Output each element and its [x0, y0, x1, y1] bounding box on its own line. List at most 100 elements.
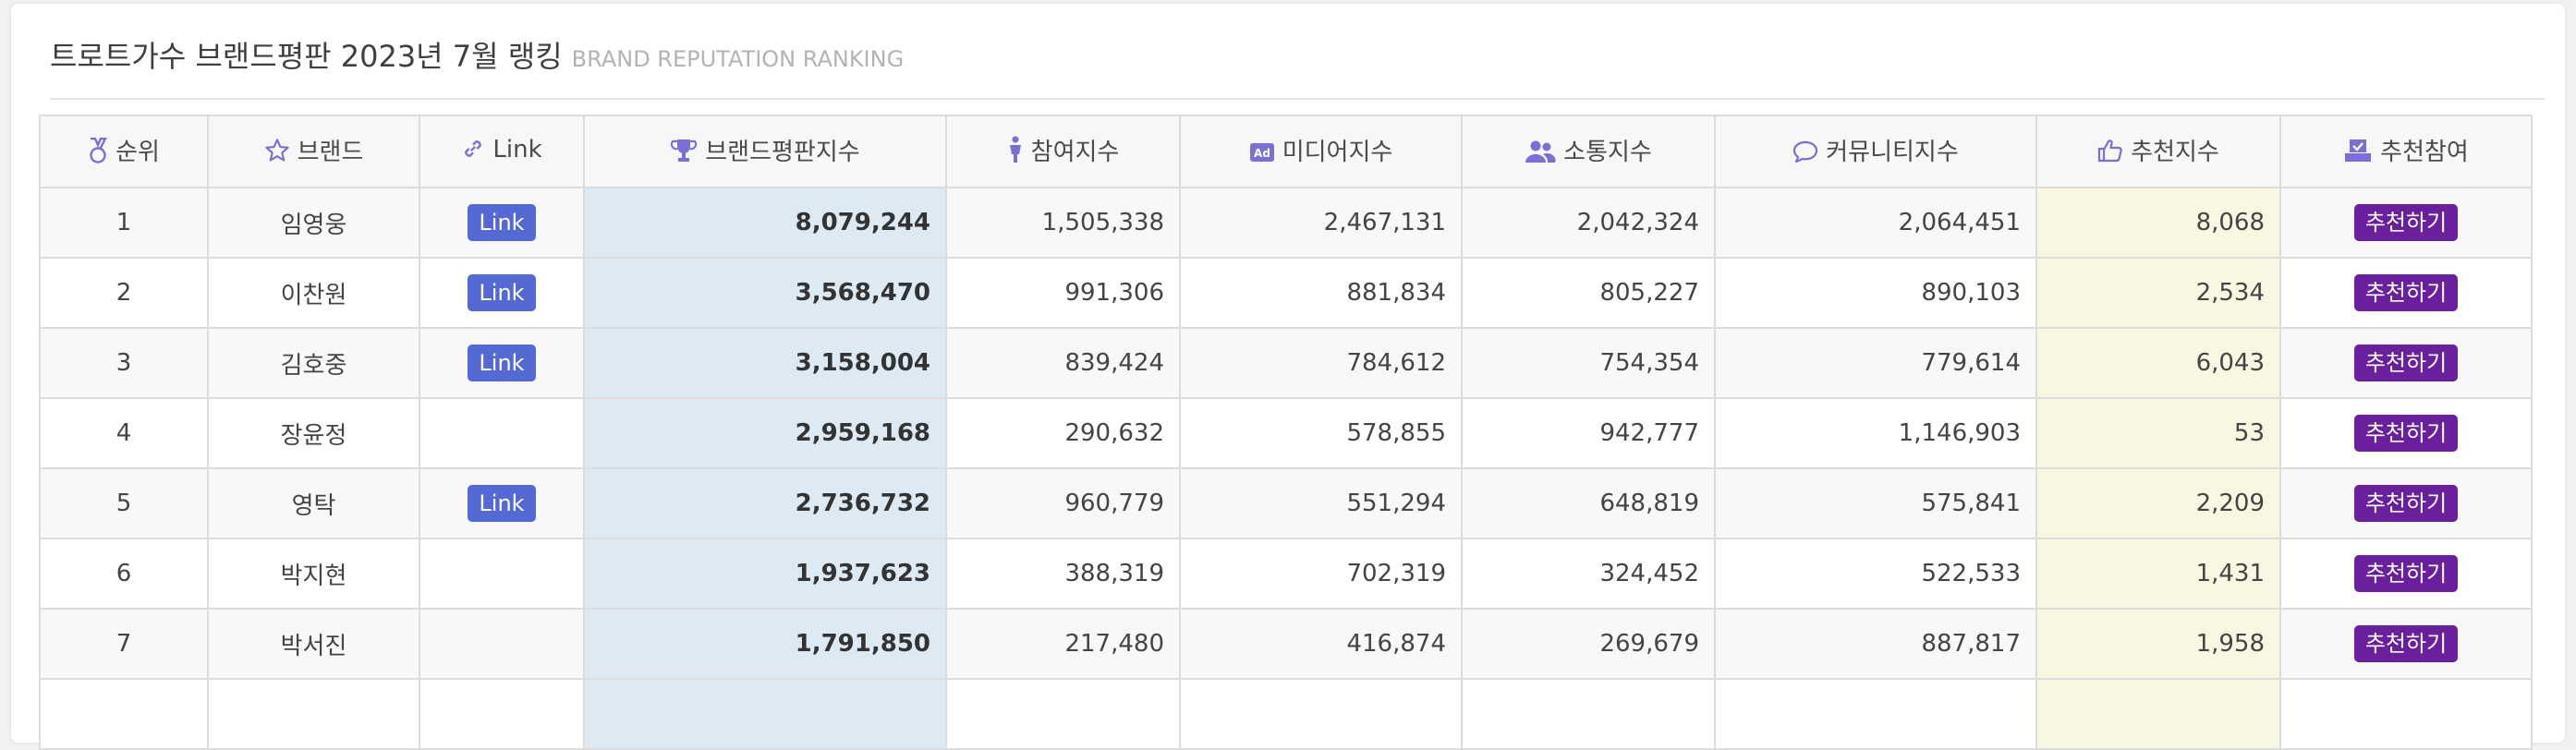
- media-score: 881,834: [1179, 257, 1463, 329]
- recommend-score: 1,431: [2035, 538, 2281, 610]
- empty-cell: [945, 678, 1181, 750]
- recommend-score: 53: [2035, 397, 2281, 469]
- empty-cell: [419, 678, 585, 750]
- table-row: 5 영탁 Link 2,736,732 960,779 551,294 648,…: [39, 467, 2533, 539]
- users-icon: [1525, 139, 1556, 170]
- participation-score: 217,480: [945, 608, 1181, 680]
- recommend-cell: 추천하기: [2279, 538, 2533, 610]
- header-rank[interactable]: 순위: [39, 115, 209, 188]
- brand-name: 박서진: [207, 608, 420, 680]
- rank-value: 3: [39, 327, 209, 399]
- participation-score: 1,505,338: [945, 187, 1181, 259]
- recommend-button[interactable]: 추천하기: [2353, 274, 2459, 311]
- recommend-score: 1,958: [2035, 608, 2281, 680]
- communication-score: 942,777: [1461, 397, 1716, 469]
- table-row: 7 박서진 1,791,850 217,480 416,874 269,679 …: [39, 608, 2533, 680]
- header-label: 추천참여: [2380, 139, 2469, 166]
- media-score: 702,319: [1179, 538, 1463, 610]
- title-subtitle: BRAND REPUTATION RANKING: [571, 46, 905, 72]
- recommend-cell: 추천하기: [2279, 187, 2533, 259]
- link-button[interactable]: Link: [468, 274, 536, 311]
- table-row: 4 장윤정 2,959,168 290,632 578,855 942,777 …: [39, 397, 2533, 469]
- community-score: 890,103: [1714, 257, 2037, 329]
- empty-cell: [2279, 678, 2533, 750]
- recommend-button[interactable]: 추천하기: [2353, 625, 2459, 662]
- person-icon: [1007, 136, 1024, 170]
- rank-value: 2: [39, 257, 209, 329]
- participation-score: 991,306: [945, 257, 1181, 329]
- thumbs-up-icon: [2097, 138, 2123, 170]
- header-label: 추천지수: [2131, 139, 2219, 166]
- recommend-button[interactable]: 추천하기: [2353, 485, 2459, 522]
- header-recommend-score[interactable]: 추천지수: [2035, 115, 2281, 188]
- rank-value: 6: [39, 538, 209, 610]
- participation-score: 290,632: [945, 397, 1181, 469]
- brand-score: 1,791,850: [583, 608, 947, 680]
- table-header-row: 순위 브랜드 Link 브랜드평판지수 참여지수 Ad 미디어지수 소통지수 커…: [39, 115, 2533, 188]
- empty-cell: [1179, 678, 1463, 750]
- link-cell: Link: [419, 327, 585, 399]
- communication-score: 2,042,324: [1461, 187, 1716, 259]
- media-score: 551,294: [1179, 467, 1463, 539]
- header-brand[interactable]: 브랜드: [207, 115, 420, 188]
- link-button[interactable]: Link: [468, 345, 536, 381]
- empty-cell: [2035, 678, 2281, 750]
- media-score: 578,855: [1179, 397, 1463, 469]
- empty-cell: [39, 678, 209, 750]
- community-score: 1,146,903: [1714, 397, 2037, 469]
- rank-value: 5: [39, 467, 209, 539]
- header-label: 순위: [115, 139, 160, 166]
- link-cell: Link: [419, 257, 585, 329]
- communication-score: 324,452: [1461, 538, 1716, 610]
- header-communication[interactable]: 소통지수: [1461, 115, 1716, 188]
- ad-icon: Ad: [1249, 141, 1275, 170]
- recommend-button[interactable]: 추천하기: [2353, 555, 2459, 592]
- table-row: 3 김호중 Link 3,158,004 839,424 784,612 754…: [39, 327, 2533, 399]
- comment-icon: [1792, 139, 1818, 170]
- link-cell-empty: [419, 397, 585, 469]
- header-link[interactable]: Link: [419, 115, 585, 188]
- recommend-score: 2,209: [2035, 467, 2281, 539]
- participation-score: 960,779: [945, 467, 1181, 539]
- communication-score: 269,679: [1461, 608, 1716, 680]
- recommend-cell: 추천하기: [2279, 257, 2533, 329]
- media-score: 416,874: [1179, 608, 1463, 680]
- table-row: 6 박지현 1,937,623 388,319 702,319 324,452 …: [39, 538, 2533, 610]
- brand-score: 2,736,732: [583, 467, 947, 539]
- recommend-button[interactable]: 추천하기: [2353, 415, 2459, 452]
- header-media[interactable]: Ad 미디어지수: [1179, 115, 1463, 188]
- header-brand-score[interactable]: 브랜드평판지수: [583, 115, 947, 188]
- header-label: 소통지수: [1563, 139, 1652, 166]
- brand-name: 장윤정: [207, 397, 420, 469]
- community-score: 575,841: [1714, 467, 2037, 539]
- recommend-score: 8,068: [2035, 187, 2281, 259]
- table-row-partial: [39, 678, 2533, 750]
- community-score: 522,533: [1714, 538, 2037, 610]
- trophy-icon: [670, 138, 698, 170]
- table-row: 1 임영웅 Link 8,079,244 1,505,338 2,467,131…: [39, 187, 2533, 259]
- participation-score: 388,319: [945, 538, 1181, 610]
- link-button[interactable]: Link: [468, 204, 536, 241]
- brand-score: 3,158,004: [583, 327, 947, 399]
- brand-name: 김호중: [207, 327, 420, 399]
- recommend-button[interactable]: 추천하기: [2353, 204, 2459, 241]
- link-button[interactable]: Link: [468, 485, 536, 522]
- header-recommend-participation[interactable]: 추천참여: [2279, 115, 2533, 188]
- link-cell: Link: [419, 187, 585, 259]
- header-community[interactable]: 커뮤니티지수: [1714, 115, 2037, 188]
- link-cell-empty: [419, 608, 585, 680]
- empty-cell: [1461, 678, 1716, 750]
- header-label: 브랜드: [297, 139, 364, 166]
- brand-score: 2,959,168: [583, 397, 947, 469]
- link-cell: Link: [419, 467, 585, 539]
- brand-name: 임영웅: [207, 187, 420, 259]
- header-label: 커뮤니티지수: [1826, 139, 1959, 166]
- header-label: 미디어지수: [1282, 139, 1393, 166]
- community-score: 887,817: [1714, 608, 2037, 680]
- participation-score: 839,424: [945, 327, 1181, 399]
- recommend-button[interactable]: 추천하기: [2353, 345, 2459, 381]
- communication-score: 805,227: [1461, 257, 1716, 329]
- star-icon: [264, 138, 290, 170]
- header-participation[interactable]: 참여지수: [945, 115, 1181, 188]
- empty-cell: [207, 678, 420, 750]
